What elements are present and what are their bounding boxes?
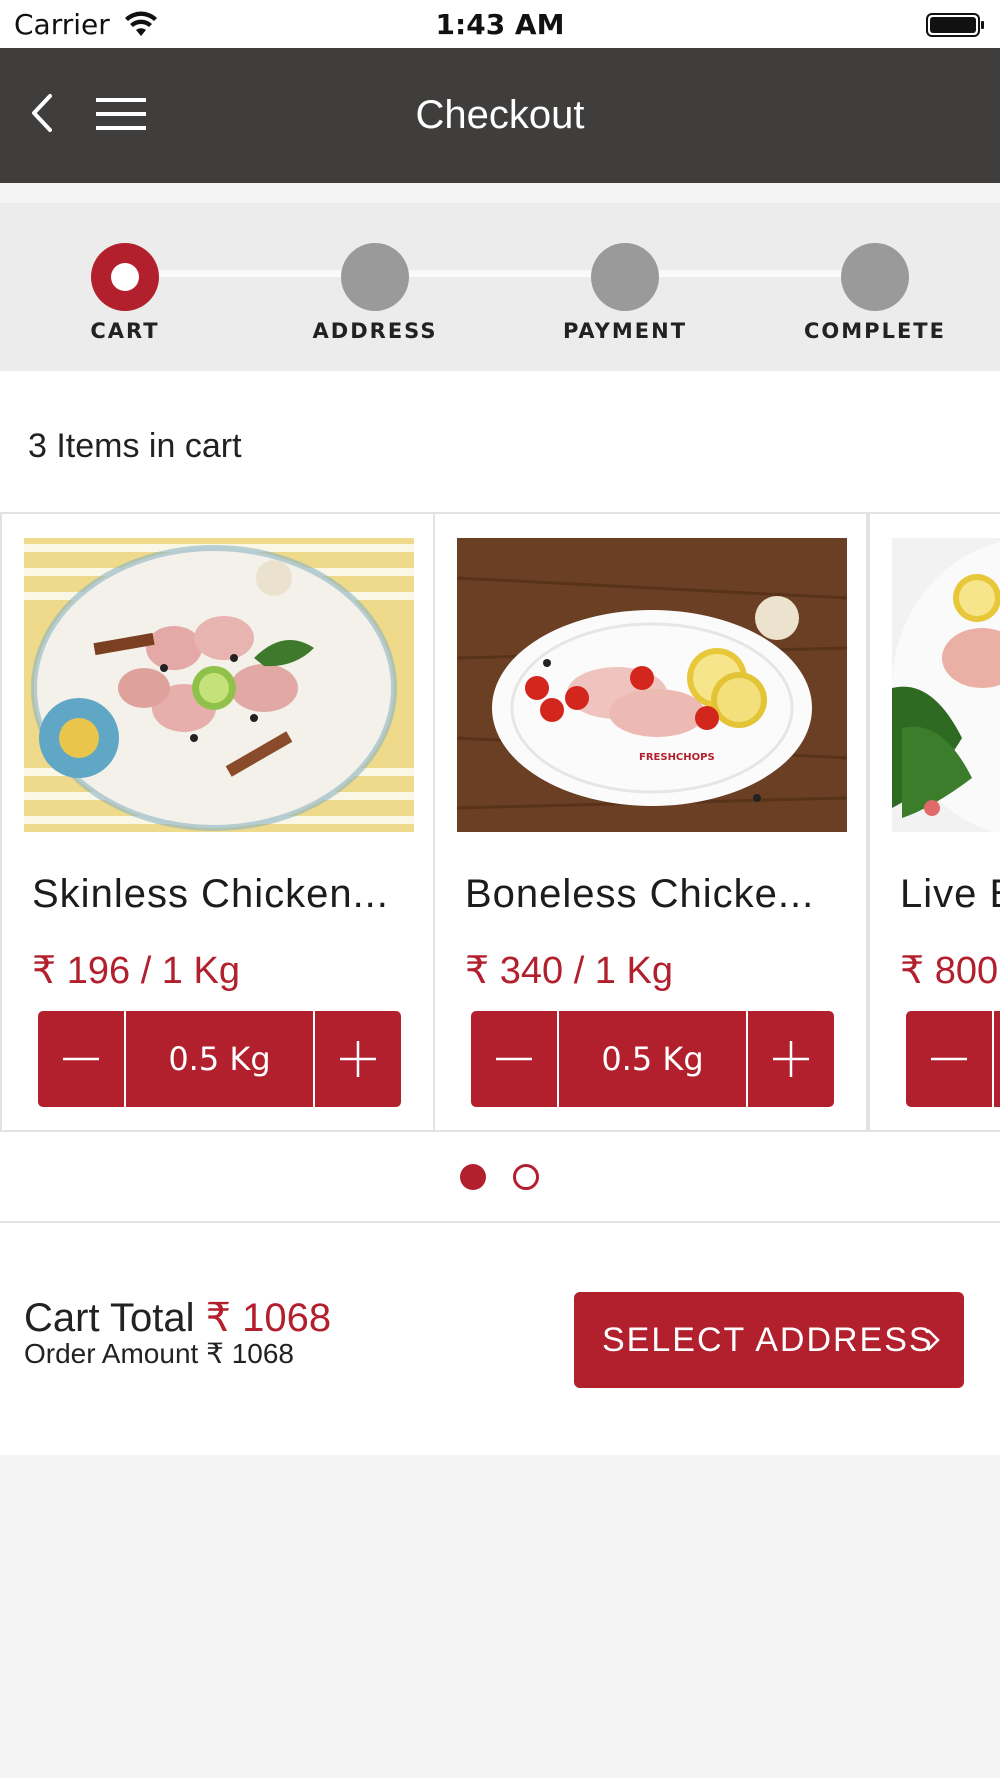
step-label: COMPLETE <box>804 319 946 343</box>
step-indicator-active <box>91 243 159 311</box>
minus-icon <box>496 1057 532 1061</box>
product-name: Boneless Chicke... <box>465 872 815 916</box>
product-name: Live B <box>900 872 1000 916</box>
clock: 1:43 AM <box>435 8 565 41</box>
product-image <box>24 538 414 832</box>
step-cart: CART <box>25 243 225 343</box>
carousel-pagination <box>0 1164 1000 1194</box>
minus-icon <box>63 1057 99 1061</box>
plus-icon <box>773 1041 809 1077</box>
step-label: CART <box>90 319 160 343</box>
cart-total: Cart Total ₹ 1068 <box>24 1295 331 1341</box>
progress-track <box>125 270 875 277</box>
page-dot[interactable] <box>513 1164 539 1190</box>
quantity-stepper: 0.5 Kg <box>471 1011 834 1107</box>
minus-icon <box>931 1057 967 1061</box>
app-header: Checkout <box>0 48 1000 183</box>
cart-total-label: Cart Total <box>24 1296 195 1340</box>
cart-total-value: ₹ 1068 <box>205 1296 332 1340</box>
cart-summary: Cart Total ₹ 1068 Order Amount ₹ 1068 <box>24 1295 331 1370</box>
quantity-value: 0.5 Kg <box>124 1011 315 1107</box>
cart-item-card: Skinless Chicken... ₹ 196 / 1 Kg 0.5 Kg <box>0 514 435 1130</box>
cart-section: 3 Items in cart Skinless Chicken... ₹ 19… <box>0 371 1000 1455</box>
step-address: ADDRESS <box>275 243 475 343</box>
step-label: ADDRESS <box>312 319 438 343</box>
page-title: Checkout <box>415 93 585 137</box>
step-label: PAYMENT <box>562 319 688 343</box>
decrease-quantity-button[interactable] <box>906 1011 992 1107</box>
order-amount-label: Order Amount <box>24 1338 199 1369</box>
order-amount-value: ₹ 1068 <box>206 1338 294 1369</box>
step-indicator <box>591 243 659 311</box>
cart-item-card: Live B ₹ 800 <box>868 514 1000 1130</box>
items-count: 3 Items in cart <box>28 427 242 465</box>
select-address-label: SELECT ADDRESS <box>602 1320 934 1359</box>
product-name: Skinless Chicken... <box>32 872 389 916</box>
product-price: ₹ 340 / 1 Kg <box>465 950 673 992</box>
product-price: ₹ 196 / 1 Kg <box>32 950 240 992</box>
cart-item-card: FRESHCHOPS Boneless Chicke... ₹ 340 / 1 … <box>433 514 868 1130</box>
quantity-stepper: 0.5 Kg <box>38 1011 401 1107</box>
step-payment: PAYMENT <box>525 243 725 343</box>
product-image: FRESHCHOPS <box>457 538 847 832</box>
decrease-quantity-button[interactable] <box>38 1011 124 1107</box>
product-image <box>892 538 1000 832</box>
quantity-value: 0.5 Kg <box>557 1011 748 1107</box>
battery-icon <box>926 13 984 37</box>
select-address-button[interactable]: SELECT ADDRESS <box>574 1292 964 1388</box>
divider <box>0 1221 1000 1223</box>
svg-text:FRESHCHOPS: FRESHCHOPS <box>639 752 715 763</box>
chevron-right-icon <box>927 1329 940 1351</box>
status-bar: Carrier 1:43 AM <box>0 0 1000 48</box>
cart-carousel[interactable]: Skinless Chicken... ₹ 196 / 1 Kg 0.5 Kg <box>0 512 1000 1132</box>
plus-icon <box>340 1041 376 1077</box>
step-indicator <box>841 243 909 311</box>
step-complete: COMPLETE <box>775 243 975 343</box>
product-price: ₹ 800 <box>900 950 999 992</box>
order-amount: Order Amount ₹ 1068 <box>24 1337 331 1370</box>
decrease-quantity-button[interactable] <box>471 1011 557 1107</box>
increase-quantity-button[interactable] <box>748 1011 834 1107</box>
step-indicator <box>341 243 409 311</box>
checkout-progress: CART ADDRESS PAYMENT COMPLETE <box>0 203 1000 371</box>
increase-quantity-button[interactable] <box>315 1011 401 1107</box>
quantity-stepper <box>906 1011 1000 1107</box>
quantity-value <box>992 1011 1000 1107</box>
page-dot-active[interactable] <box>460 1164 486 1190</box>
